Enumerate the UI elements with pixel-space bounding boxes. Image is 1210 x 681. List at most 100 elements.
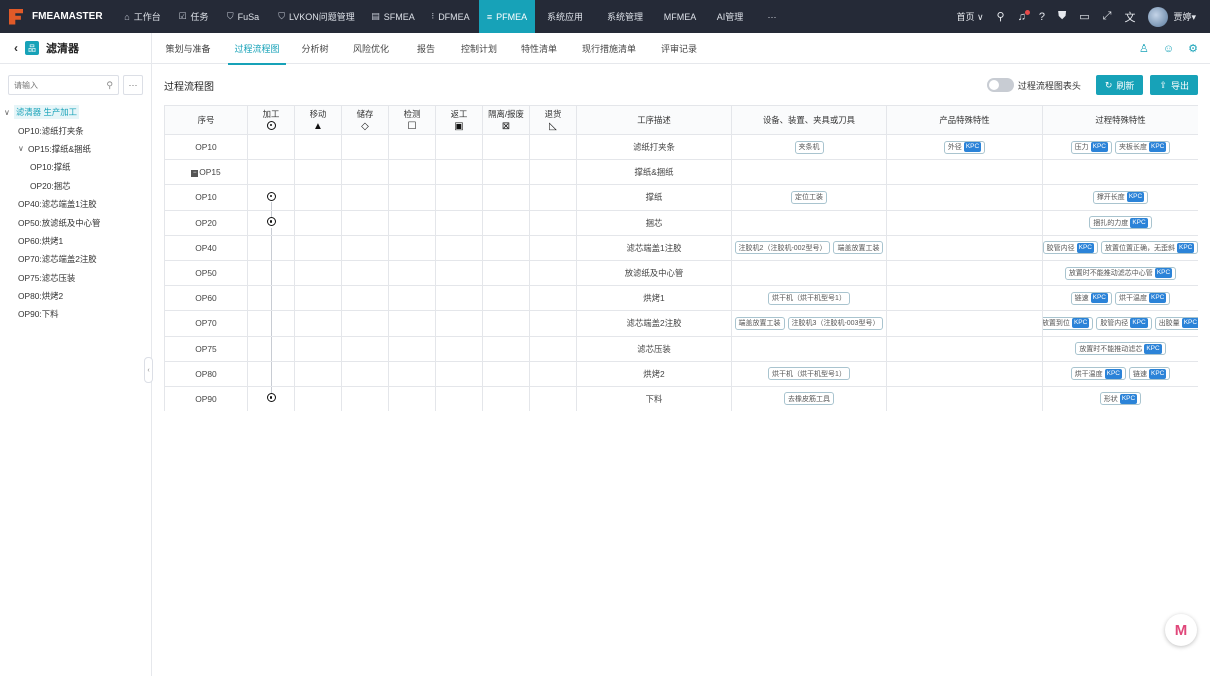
cell-flow-empty[interactable]	[388, 209, 436, 236]
table-row[interactable]: OP40 滤芯端盖1注胶 注胶机2（注胶机-002型号） 端盖放置工装 胶管内径 KPC 放…	[164, 234, 1198, 261]
nav-item-6[interactable]: ≡ PFMEA	[479, 0, 535, 33]
cell-flow-empty[interactable]	[435, 285, 483, 312]
operation-symbol-icon[interactable]	[266, 217, 276, 227]
tree-node[interactable]: OP75:滤芯压装	[0, 269, 151, 287]
back-arrow-icon[interactable]: ‹	[14, 41, 18, 55]
cell-flow-empty[interactable]	[435, 184, 483, 211]
search-icon[interactable]: ⚲	[997, 10, 1005, 23]
cell-flow-empty[interactable]	[388, 234, 436, 261]
table-row[interactable]: OP10 撑纸 定位工装 撑开长度 KPC	[164, 184, 1198, 211]
cell-flow-empty[interactable]	[388, 285, 436, 312]
equip-tag[interactable]: 烘干机（烘干机型号1）	[768, 291, 850, 305]
pchar-tag[interactable]: 链速 KPC	[1129, 367, 1171, 381]
cell-flow-empty[interactable]	[294, 285, 342, 312]
equip-tag[interactable]: 注胶机2（注胶机-002型号）	[734, 241, 831, 255]
pchar-tag[interactable]: 放置位置正确，无歪斜 KPC	[1101, 241, 1198, 255]
cell-flow-empty[interactable]	[435, 159, 483, 186]
cell-flow-empty[interactable]	[294, 234, 342, 261]
tree-node[interactable]: ∨ OP15:撑纸&捆纸	[0, 140, 151, 158]
cell-flow-empty[interactable]	[341, 184, 389, 211]
nav-item-11[interactable]: ···	[755, 0, 789, 33]
cell-flow-empty[interactable]	[388, 310, 436, 337]
cell-flow-empty[interactable]	[388, 159, 436, 186]
cell-flow-empty[interactable]	[294, 133, 342, 161]
tab-7[interactable]: 现行措施清单	[570, 33, 648, 64]
collapse-group-icon[interactable]: −	[191, 169, 199, 177]
cell-flow-empty[interactable]	[435, 259, 483, 287]
pchar-tag[interactable]: 形状 KPC	[1099, 392, 1142, 406]
cell-flow-empty[interactable]	[482, 360, 530, 387]
cell-flow-empty[interactable]	[341, 209, 389, 236]
user-name-dropdown[interactable]: 贾婷▾	[1173, 10, 1196, 23]
cell-flow-empty[interactable]	[388, 335, 436, 362]
equip-tag[interactable]: 夹条机	[794, 140, 824, 154]
pchar-tag[interactable]: 捆扎的力度 KPC	[1089, 216, 1152, 230]
product-tag[interactable]: 外径 KPC	[943, 140, 986, 154]
cell-flow-empty[interactable]	[294, 310, 342, 337]
tree-node[interactable]: OP10:滤纸打夹条	[0, 121, 151, 139]
bell-icon[interactable]: ♫	[1018, 9, 1031, 23]
cell-flow-empty[interactable]	[482, 234, 530, 261]
equip-tag[interactable]: 端盖放置工装	[734, 316, 785, 330]
cell-flow-empty[interactable]	[529, 335, 577, 362]
nav-item-4[interactable]: ▤ SFMEA	[364, 0, 422, 33]
pchar-tag[interactable]: 夹板长度 KPC	[1115, 140, 1171, 154]
more-button[interactable]: ···	[123, 75, 143, 95]
pchar-tag[interactable]: 放置时不能推动滤芯中心管 KPC	[1064, 266, 1177, 280]
nav-item-9[interactable]: MFMEA	[655, 0, 705, 33]
cell-flow-empty[interactable]	[294, 335, 342, 362]
table-row[interactable]: − OP15 撑纸&捆纸	[164, 159, 1198, 186]
cell-flow-empty[interactable]	[341, 159, 389, 186]
operation-symbol-icon[interactable]	[266, 191, 276, 201]
cell-flow-empty[interactable]	[482, 285, 530, 312]
pchar-tag[interactable]: 胶管内径 KPC	[1043, 241, 1098, 255]
help-icon[interactable]: ?	[1039, 11, 1045, 23]
cell-flow-empty[interactable]	[435, 385, 483, 411]
nav-item-2[interactable]: ⛉ FuSa	[217, 0, 269, 33]
cell-flow-empty[interactable]	[294, 184, 342, 211]
pchar-tag[interactable]: 链速 KPC	[1070, 291, 1112, 305]
table-row[interactable]: OP90 下料 去橡皮筋工具 形状 KPC	[164, 385, 1198, 411]
tree-node[interactable]: OP50:放滤纸及中心管	[0, 213, 151, 231]
cell-flow-empty[interactable]	[294, 385, 342, 411]
app-logo[interactable]: FMEAMASTER	[0, 0, 115, 33]
nav-item-0[interactable]: ⌂ 工作台	[115, 0, 170, 33]
cell-flow-empty[interactable]	[529, 360, 577, 387]
tree-node[interactable]: OP60:烘烤1	[0, 232, 151, 250]
cell-flow-empty[interactable]	[341, 360, 389, 387]
cell-flow-empty[interactable]	[341, 259, 389, 287]
pchar-tag[interactable]: 烘干温度 KPC	[1115, 291, 1171, 305]
cell-flow-empty[interactable]	[529, 385, 577, 411]
cell-flow-empty[interactable]	[341, 310, 389, 337]
tree-node[interactable]: OP90:下料	[0, 305, 151, 323]
pchar-tag[interactable]: 放置到位 KPC	[1043, 316, 1094, 330]
cell-flow-empty[interactable]	[341, 133, 389, 161]
cell-flow-empty[interactable]	[529, 133, 577, 161]
nav-item-3[interactable]: ⛉ LVKON问题管理	[269, 0, 364, 33]
cell-flow-empty[interactable]	[529, 259, 577, 287]
nav-item-8[interactable]: 系统管理	[595, 0, 655, 33]
nav-item-5[interactable]: ⁝ DFMEA	[422, 0, 479, 33]
cell-flow-empty[interactable]	[482, 159, 530, 186]
tree-node[interactable]: OP20:捆芯	[0, 177, 151, 195]
nav-item-10[interactable]: AI管理	[705, 0, 755, 33]
pchar-tag[interactable]: 烘干温度 KPC	[1070, 367, 1126, 381]
tree-node[interactable]: OP10:撑纸	[0, 158, 151, 176]
cell-flow-empty[interactable]	[341, 335, 389, 362]
cell-flow-empty[interactable]	[529, 159, 577, 186]
tab-0[interactable]: 策划与准备	[152, 33, 224, 64]
tree-node[interactable]: OP80:烘烤2	[0, 287, 151, 305]
avatar[interactable]	[1148, 6, 1169, 27]
cell-flow-empty[interactable]	[388, 259, 436, 287]
tree-node[interactable]: ∨ 滤清器 生产加工	[0, 103, 151, 121]
export-button[interactable]: ⇪ 导出	[1150, 75, 1198, 95]
cell-flow-empty[interactable]	[341, 385, 389, 411]
cell-flow-empty[interactable]	[482, 385, 530, 411]
tab-2[interactable]: 分析树	[290, 33, 340, 64]
cell-flow-empty[interactable]	[529, 234, 577, 261]
cell-flow-empty[interactable]	[294, 259, 342, 287]
user-icon[interactable]: ♙	[1139, 42, 1149, 55]
equip-tag[interactable]: 烘干机（烘干机型号1）	[768, 367, 850, 381]
cell-flow-empty[interactable]	[435, 310, 483, 337]
cell-flow-empty[interactable]	[529, 310, 577, 337]
